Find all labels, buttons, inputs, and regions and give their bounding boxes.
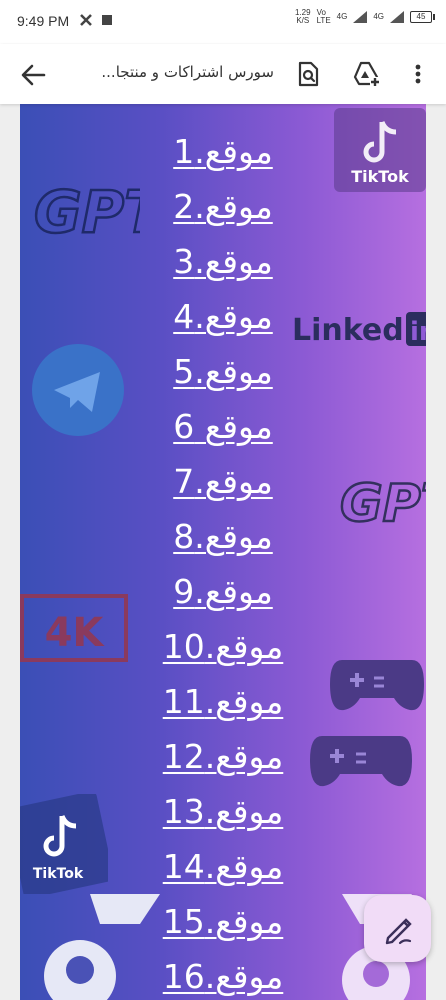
document-title: سورس اشتراكات و منتجا... [101, 63, 274, 81]
signal-icon-2 [390, 11, 404, 23]
status-bar: 9:49 PM 1.29 K/S Vo LTE 4G 4G 45 [0, 0, 446, 44]
battery-icon: 45 [410, 11, 435, 23]
list-item: موقع.11 [162, 682, 284, 721]
net-speed-unit: K/S [296, 16, 310, 25]
list-item: موقع.14 [162, 847, 284, 886]
add-to-drive-icon[interactable] [352, 60, 380, 88]
list-item: موقع.2 [173, 187, 273, 226]
document-page: TikTok GPT Linked in GPT 4K [20, 104, 426, 1000]
list-item: موقع.12 [162, 737, 284, 776]
list-item: موقع.10 [162, 627, 284, 666]
list-item: موقع.13 [162, 792, 284, 831]
back-arrow-icon[interactable] [18, 60, 48, 90]
search-document-icon[interactable] [294, 60, 322, 88]
app-bar: سورس اشتراكات و منتجا... [0, 44, 446, 104]
list-item: موقع.3 [173, 242, 273, 281]
list-item: موقع.8 [173, 517, 273, 556]
volte-lte-label: LTE [316, 16, 331, 25]
list-item: موقع 6 [173, 407, 273, 446]
list-item: موقع.5 [173, 352, 273, 391]
status-time: 9:49 PM [17, 13, 70, 29]
stop-notification-icon [102, 15, 112, 25]
document-viewer[interactable]: TikTok GPT Linked in GPT 4K [0, 104, 446, 1000]
edit-pen-button[interactable] [364, 895, 431, 962]
net-4g-label-2: 4G [373, 12, 384, 21]
site-list: موقع.1 موقع.2 موقع.3 موقع.4 موقع.5 موقع … [20, 124, 426, 1000]
list-item: موقع.4 [173, 297, 273, 336]
list-item: موقع.1 [173, 132, 273, 171]
signal-icon [353, 11, 368, 23]
more-options-icon[interactable] [404, 60, 432, 88]
net-4g-label-1: 4G [336, 12, 348, 21]
list-item: موقع.7 [173, 462, 273, 501]
list-item: موقع.16 [162, 957, 284, 996]
shuffle-notification-icon [80, 14, 92, 26]
list-item: موقع.9 [173, 572, 273, 611]
